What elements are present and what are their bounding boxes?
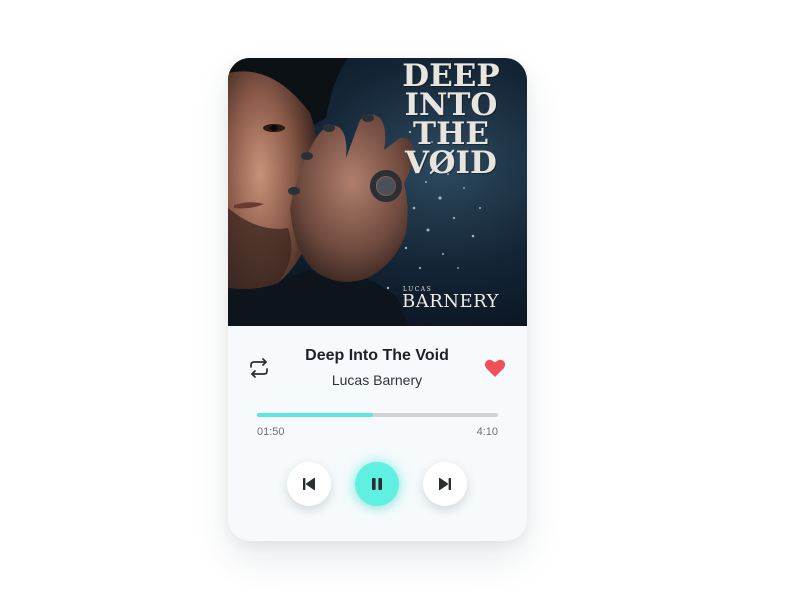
total-duration: 4:10 xyxy=(476,426,498,438)
cover-title-line: VØID xyxy=(405,145,497,181)
repeat-icon xyxy=(250,358,268,378)
track-artist: Lucas Barnery xyxy=(331,372,423,388)
album-cover: DEEP INTO THE VØID LUCAS BARNERY xyxy=(228,58,527,326)
skip-next-icon xyxy=(439,477,451,491)
elapsed-time: 01:50 xyxy=(257,426,285,438)
like-button[interactable] xyxy=(484,357,506,379)
heart-icon xyxy=(484,359,506,377)
track-title: Deep Into The Void xyxy=(305,347,449,364)
cover-title-text: DEEP INTO THE VØID xyxy=(401,61,501,181)
progress-bar-fill xyxy=(257,413,373,417)
cover-artist-last-name: BARNERY xyxy=(402,291,500,312)
next-track-button[interactable] xyxy=(423,462,467,506)
play-pause-button[interactable] xyxy=(355,462,399,506)
music-player-card: DEEP INTO THE VØID LUCAS BARNERY Deep In… xyxy=(228,58,527,541)
pause-icon xyxy=(372,478,382,490)
previous-track-button[interactable] xyxy=(287,462,331,506)
skip-previous-icon xyxy=(303,477,315,491)
progress-bar[interactable] xyxy=(257,413,498,417)
